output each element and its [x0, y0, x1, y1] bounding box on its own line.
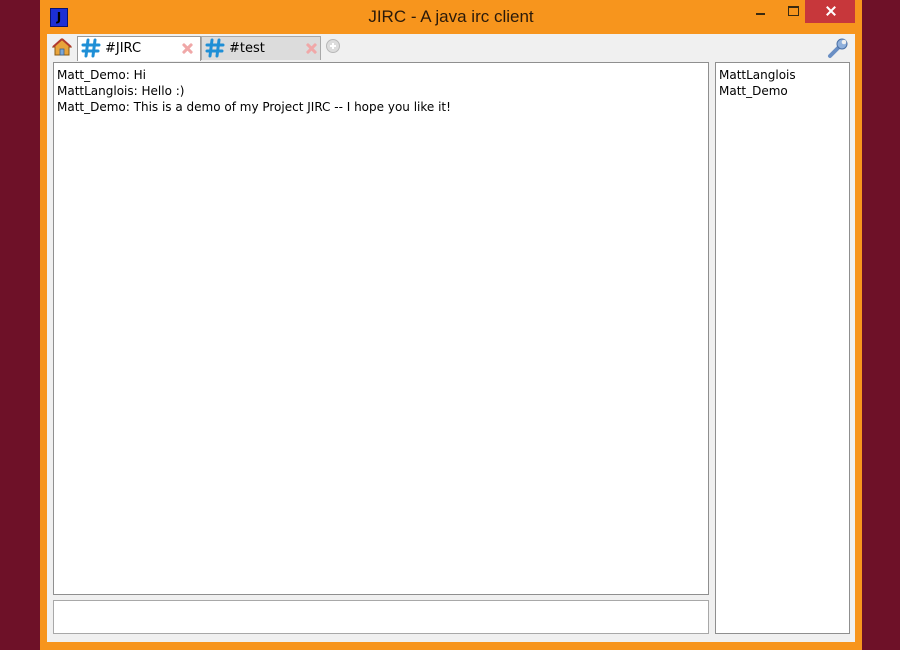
user-list-item[interactable]: MattLanglois — [719, 67, 846, 83]
tab-bar: #JIRC #test — [47, 34, 855, 61]
user-list-item[interactable]: Matt_Demo — [719, 83, 846, 99]
message-input[interactable] — [53, 600, 709, 634]
client-area: #JIRC #test Matt_Demo: Hi MattLanglois: … — [47, 34, 855, 642]
tab-label: #JIRC — [105, 41, 142, 56]
hash-icon — [205, 38, 225, 58]
close-tab-icon[interactable] — [305, 42, 317, 54]
chat-log[interactable]: Matt_Demo: Hi MattLanglois: Hello :) Mat… — [53, 62, 709, 595]
add-tab-icon[interactable] — [326, 39, 340, 53]
chat-message: MattLanglois: Hello :) — [57, 84, 185, 98]
tab-label: #test — [229, 41, 265, 56]
close-window-button[interactable] — [805, 0, 855, 23]
hash-icon — [81, 38, 101, 58]
app-window: J JIRC - A java irc client #JIRC #test M… — [40, 0, 862, 650]
window-title: JIRC - A java irc client — [368, 7, 534, 26]
tab-test[interactable]: #test — [201, 36, 321, 60]
close-tab-icon[interactable] — [181, 42, 193, 54]
chat-message: Matt_Demo: Hi — [57, 68, 146, 82]
tab-jirc[interactable]: #JIRC — [77, 36, 201, 61]
chat-message: Matt_Demo: This is a demo of my Project … — [57, 100, 451, 114]
title-bar[interactable]: J JIRC - A java irc client — [40, 0, 862, 34]
home-icon[interactable] — [51, 38, 73, 56]
minimize-button[interactable] — [742, 0, 776, 23]
wrench-icon[interactable] — [827, 37, 849, 59]
user-list[interactable]: MattLanglois Matt_Demo — [715, 62, 850, 634]
